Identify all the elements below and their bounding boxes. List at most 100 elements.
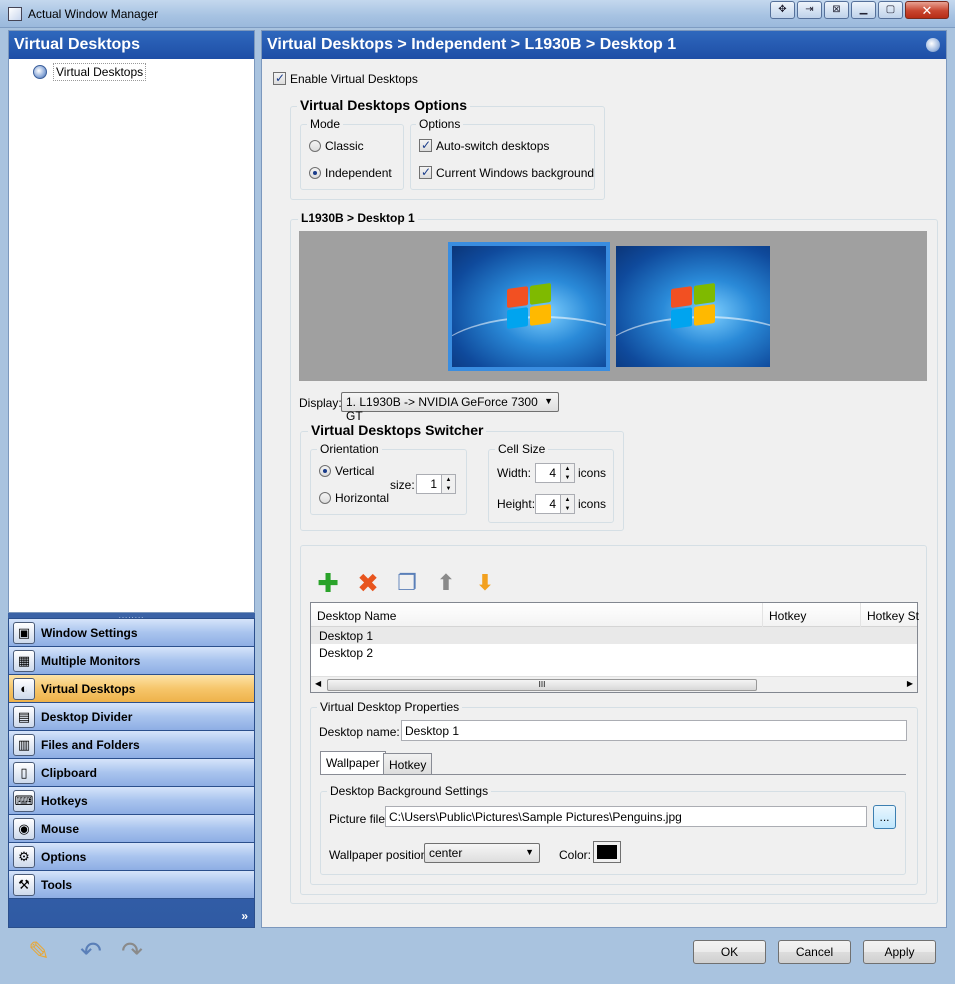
nav-item-virtual-desktops[interactable]: ◐ Virtual Desktops xyxy=(9,675,254,703)
maximize-button[interactable]: ▢ xyxy=(878,1,903,19)
content-header: Virtual Desktops > Independent > L1930B … xyxy=(262,31,946,59)
copy-desktop-icon[interactable]: ❐ xyxy=(393,569,421,597)
move-up-icon[interactable]: ⬆ xyxy=(432,569,460,597)
delete-desktop-icon[interactable]: ✖ xyxy=(354,569,382,597)
scroll-left-icon[interactable]: ◀ xyxy=(315,679,321,688)
windows-logo-icon xyxy=(671,282,715,330)
clipboard-icon: ▯ xyxy=(13,761,35,784)
windows-logo-icon xyxy=(507,282,551,330)
picture-file-label: Picture file: xyxy=(329,812,389,826)
spin-up-icon[interactable]: ▲ xyxy=(446,477,452,483)
chevron-down-icon: ▼ xyxy=(525,847,534,857)
nav-item-files-and-folders[interactable]: ▥ Files and Folders xyxy=(9,731,254,759)
desktop-2-thumbnail[interactable] xyxy=(616,246,770,367)
app-icon[interactable] xyxy=(8,7,22,21)
width-label: Width: xyxy=(497,466,532,480)
resize-icon[interactable]: ⊠ xyxy=(824,1,849,19)
height-stepper[interactable]: 4 ▲ ▼ xyxy=(535,494,575,514)
spin-down-icon[interactable]: ▼ xyxy=(565,475,571,481)
virtual-desktops-tree-icon xyxy=(33,65,47,79)
desktop-name-input[interactable]: Desktop 1 xyxy=(401,720,907,741)
nav-item-hotkeys[interactable]: ⌨ Hotkeys xyxy=(9,787,254,815)
ok-button[interactable]: OK xyxy=(693,940,766,964)
desktop-1-thumbnail[interactable] xyxy=(448,242,610,371)
nav-item-clipboard[interactable]: ▯ Clipboard xyxy=(9,759,254,787)
size-stepper[interactable]: 1 ▲ ▼ xyxy=(416,474,456,494)
height-value: 4 xyxy=(549,497,556,511)
horizontal-scrollbar[interactable]: ◀ III ▶ xyxy=(311,676,917,692)
header-info-icon[interactable] xyxy=(926,38,940,52)
tab-hotkey[interactable]: Hotkey xyxy=(383,753,433,775)
spin-down-icon[interactable]: ▼ xyxy=(565,506,571,512)
properties-title: Virtual Desktop Properties xyxy=(317,700,463,714)
nav-item-label: Files and Folders xyxy=(41,737,140,752)
spin-up-icon[interactable]: ▲ xyxy=(565,497,571,503)
list-item[interactable]: Desktop 1 xyxy=(311,627,917,644)
close-button[interactable]: ✕ xyxy=(905,1,949,19)
nav-item-multiple-monitors[interactable]: ▦ Multiple Monitors xyxy=(9,647,254,675)
list-item[interactable]: Desktop 2 xyxy=(311,644,917,661)
wallpaper-position-select[interactable]: center ▼ xyxy=(424,843,540,863)
keyboard-icon: ⌨ xyxy=(13,789,35,812)
help-icon[interactable]: ✎ xyxy=(24,936,54,966)
column-hotkey[interactable]: Hotkey xyxy=(763,603,861,627)
tree-item-label: Virtual Desktops xyxy=(53,63,147,81)
nav-item-label: Options xyxy=(41,849,87,864)
cancel-button[interactable]: Cancel xyxy=(778,940,851,964)
vertical-label: Vertical xyxy=(335,464,375,478)
enable-label: Enable Virtual Desktops xyxy=(290,72,418,86)
nav-item-window-settings[interactable]: ▣ Window Settings xyxy=(9,619,254,647)
navigation-pane: ▣ Window Settings ▦ Multiple Monitors ◐ Virtu… xyxy=(8,618,255,928)
height-label: Height: xyxy=(497,497,536,511)
nav-item-label: Desktop Divider xyxy=(41,709,133,724)
add-desktop-icon[interactable]: ✚ xyxy=(314,569,342,597)
minimize-button[interactable]: ▁ xyxy=(851,1,876,19)
auto-switch-checkbox[interactable]: Auto-switch desktops xyxy=(419,138,550,153)
column-desktop-name[interactable]: Desktop Name xyxy=(311,603,763,627)
orientation-vertical-radio[interactable]: Vertical xyxy=(319,464,374,478)
orientation-horizontal-radio[interactable]: Horizontal xyxy=(319,491,389,505)
move-down-icon[interactable]: ⬇ xyxy=(471,569,499,597)
color-swatch-fill xyxy=(597,845,617,859)
orientation-title: Orientation xyxy=(317,442,382,456)
apply-button[interactable]: Apply xyxy=(863,940,936,964)
spin-down-icon[interactable]: ▼ xyxy=(446,486,452,492)
auto-switch-label: Auto-switch desktops xyxy=(436,139,550,153)
scroll-thumb[interactable]: III xyxy=(327,679,757,691)
breadcrumb: Virtual Desktops > Independent > L1930B … xyxy=(267,36,677,53)
picture-file-input[interactable]: C:\Users\Public\Pictures\Sample Pictures… xyxy=(385,806,867,827)
title-bar: Actual Window Manager ✥ ⇥ ⊠ ▁ ▢ ✕ xyxy=(0,0,955,28)
undo-icon[interactable]: ↶ xyxy=(76,936,106,966)
spin-up-icon[interactable]: ▲ xyxy=(565,466,571,472)
column-hotkey-state[interactable]: Hotkey St xyxy=(861,603,919,627)
virtual-desktops-icon: ◐ xyxy=(13,677,35,700)
background-settings-title: Desktop Background Settings xyxy=(327,784,492,798)
color-picker[interactable] xyxy=(593,841,621,863)
mode-group-title: Mode xyxy=(307,117,344,131)
content-panel: Virtual Desktops > Independent > L1930B … xyxy=(261,30,947,928)
nav-item-tools[interactable]: ⚒ Tools xyxy=(9,871,254,899)
redo-icon[interactable]: ↷ xyxy=(117,936,147,966)
tab-divider xyxy=(320,774,906,775)
mode-independent-radio[interactable]: Independent xyxy=(309,166,392,180)
browse-button[interactable]: ... xyxy=(873,805,896,829)
mode-group xyxy=(300,124,404,190)
tree-item-virtual-desktops[interactable]: Virtual Desktops xyxy=(33,63,147,81)
enable-virtual-desktops-checkbox[interactable]: Enable Virtual Desktops xyxy=(273,71,418,86)
current-background-checkbox[interactable]: Current Windows background xyxy=(419,165,594,180)
nav-item-desktop-divider[interactable]: ▤ Desktop Divider xyxy=(9,703,254,731)
display-select[interactable]: 1. L1930B -> NVIDIA GeForce 7300 GT ▼ xyxy=(341,392,559,423)
mode-classic-radio[interactable]: Classic xyxy=(309,139,364,153)
width-stepper[interactable]: 4 ▲ ▼ xyxy=(535,463,575,483)
width-unit: icons xyxy=(578,466,607,480)
radio-circle xyxy=(319,492,331,504)
options-subgroup xyxy=(410,124,595,190)
more-chevron-icon[interactable]: » xyxy=(241,909,248,923)
move-icon[interactable]: ✥ xyxy=(770,1,795,19)
height-unit: icons xyxy=(578,497,607,511)
pin-icon[interactable]: ⇥ xyxy=(797,1,822,19)
scroll-right-icon[interactable]: ▶ xyxy=(907,679,913,688)
tab-wallpaper[interactable]: Wallpaper xyxy=(320,751,386,775)
nav-item-options[interactable]: ⚙ Options xyxy=(9,843,254,871)
nav-item-mouse[interactable]: ◉ Mouse xyxy=(9,815,254,843)
